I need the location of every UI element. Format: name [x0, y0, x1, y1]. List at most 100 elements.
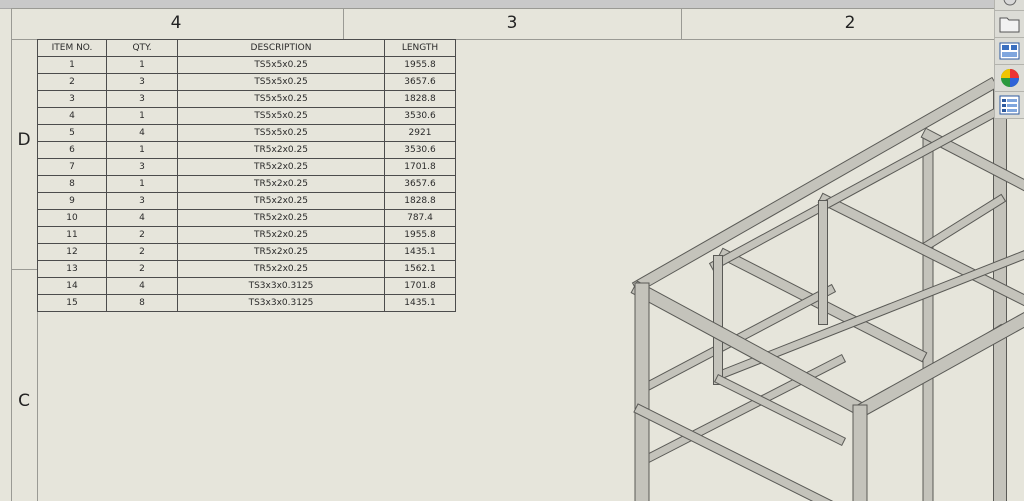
description-cell[interactable]: TS5x5x0.25 [177, 124, 385, 142]
description-cell[interactable]: TR5x2x0.25 [177, 260, 385, 278]
table-row[interactable]: 6 1 TR5x2x0.25 3530.6 [37, 141, 456, 159]
sheet-border-left [11, 9, 12, 501]
length-cell[interactable]: 787.4 [384, 209, 456, 227]
qty-cell[interactable]: 1 [106, 107, 178, 125]
qty-cell[interactable]: 2 [106, 226, 178, 244]
table-row[interactable]: 15 8 TS3x3x0.3125 1435.1 [37, 294, 456, 312]
description-cell[interactable]: TS5x5x0.25 [177, 56, 385, 74]
qty-cell[interactable]: 2 [106, 243, 178, 261]
zone-label-d: D [17, 130, 31, 150]
item-no-cell[interactable]: 3 [37, 90, 107, 108]
length-cell[interactable]: 1828.8 [384, 90, 456, 108]
length-cell[interactable]: 3530.6 [384, 107, 456, 125]
length-cell[interactable]: 3657.6 [384, 73, 456, 91]
description-cell[interactable]: TS5x5x0.25 [177, 90, 385, 108]
column-header-item-no[interactable]: ITEM NO. [37, 39, 107, 57]
qty-cell[interactable]: 2 [106, 260, 178, 278]
length-cell[interactable]: 2921 [384, 124, 456, 142]
task-pane-toolbar [994, 0, 1024, 130]
length-cell[interactable]: 1701.8 [384, 158, 456, 176]
steel-frame-members [630, 76, 1024, 501]
frame-member [923, 195, 1005, 250]
description-cell[interactable]: TR5x2x0.25 [177, 158, 385, 176]
view-palette-icon[interactable] [994, 37, 1024, 65]
column-header-description[interactable]: DESCRIPTION [177, 39, 385, 57]
description-cell[interactable]: TS3x3x0.3125 [177, 277, 385, 295]
item-no-cell[interactable]: 11 [37, 226, 107, 244]
item-no-cell[interactable]: 5 [37, 124, 107, 142]
qty-cell[interactable]: 4 [106, 209, 178, 227]
qty-cell[interactable]: 1 [106, 141, 178, 159]
qty-cell[interactable]: 4 [106, 124, 178, 142]
zone-divider [11, 269, 37, 270]
bill-of-materials-table[interactable]: ITEM NO. QTY. DESCRIPTION LENGTH 1 1 TS5x5… [37, 39, 456, 312]
description-cell[interactable]: TS5x5x0.25 [177, 107, 385, 125]
frame-assembly-drawing-view[interactable] [600, 40, 1024, 501]
appearances-icon[interactable] [994, 64, 1024, 92]
table-row[interactable]: 10 4 TR5x2x0.25 787.4 [37, 209, 456, 227]
item-no-cell[interactable]: 10 [37, 209, 107, 227]
description-cell[interactable]: TR5x2x0.25 [177, 243, 385, 261]
description-cell[interactable]: TR5x2x0.25 [177, 141, 385, 159]
description-cell[interactable]: TS3x3x0.3125 [177, 294, 385, 312]
zone-label-c: C [18, 391, 30, 411]
qty-cell[interactable]: 3 [106, 192, 178, 210]
zone-label-2: 2 [844, 13, 856, 33]
length-cell[interactable]: 1955.8 [384, 226, 456, 244]
frame-member [634, 404, 831, 501]
item-no-cell[interactable]: 6 [37, 141, 107, 159]
length-cell[interactable]: 1701.8 [384, 277, 456, 295]
item-no-cell[interactable]: 14 [37, 277, 107, 295]
item-no-cell[interactable]: 7 [37, 158, 107, 176]
custom-properties-icon[interactable] [994, 91, 1024, 119]
file-explorer-icon[interactable] [994, 10, 1024, 38]
zone-divider [343, 9, 344, 39]
description-cell[interactable]: TR5x2x0.25 [177, 226, 385, 244]
table-row[interactable]: 12 2 TR5x2x0.25 1435.1 [37, 243, 456, 261]
length-cell[interactable]: 3530.6 [384, 141, 456, 159]
item-no-cell[interactable]: 13 [37, 260, 107, 278]
qty-cell[interactable]: 4 [106, 277, 178, 295]
item-no-cell[interactable]: 9 [37, 192, 107, 210]
zone-label-4: 4 [170, 13, 182, 33]
length-cell[interactable]: 1562.1 [384, 260, 456, 278]
table-row[interactable]: 13 2 TR5x2x0.25 1562.1 [37, 260, 456, 278]
table-row[interactable]: 7 3 TR5x2x0.25 1701.8 [37, 158, 456, 176]
description-cell[interactable]: TR5x2x0.25 [177, 175, 385, 193]
table-row[interactable]: 4 1 TS5x5x0.25 3530.6 [37, 107, 456, 125]
qty-cell[interactable]: 1 [106, 175, 178, 193]
table-row[interactable]: 9 3 TR5x2x0.25 1828.8 [37, 192, 456, 210]
table-row[interactable]: 8 1 TR5x2x0.25 3657.6 [37, 175, 456, 193]
table-row[interactable]: 14 4 TS3x3x0.3125 1701.8 [37, 277, 456, 295]
description-cell[interactable]: TR5x2x0.25 [177, 209, 385, 227]
length-cell[interactable]: 1955.8 [384, 56, 456, 74]
zone-divider [681, 9, 682, 39]
qty-cell[interactable]: 1 [106, 56, 178, 74]
item-no-cell[interactable]: 8 [37, 175, 107, 193]
table-row[interactable]: 11 2 TR5x2x0.25 1955.8 [37, 226, 456, 244]
item-no-cell[interactable]: 1 [37, 56, 107, 74]
qty-cell[interactable]: 3 [106, 158, 178, 176]
length-cell[interactable]: 3657.6 [384, 175, 456, 193]
table-row[interactable]: 5 4 TS5x5x0.25 2921 [37, 124, 456, 142]
table-row[interactable]: 3 3 TS5x5x0.25 1828.8 [37, 90, 456, 108]
description-cell[interactable]: TS5x5x0.25 [177, 73, 385, 91]
frame-member [710, 105, 1005, 270]
column-header-length[interactable]: LENGTH [384, 39, 456, 57]
table-row[interactable]: 2 3 TS5x5x0.25 3657.6 [37, 73, 456, 91]
description-cell[interactable]: TR5x2x0.25 [177, 192, 385, 210]
qty-cell[interactable]: 8 [106, 294, 178, 312]
item-no-cell[interactable]: 4 [37, 107, 107, 125]
zone-label-3: 3 [506, 13, 518, 33]
item-no-cell[interactable]: 2 [37, 73, 107, 91]
column-header-qty[interactable]: QTY. [106, 39, 178, 57]
item-no-cell[interactable]: 15 [37, 294, 107, 312]
table-row[interactable]: 1 1 TS5x5x0.25 1955.8 [37, 56, 456, 74]
item-no-cell[interactable]: 12 [37, 243, 107, 261]
length-cell[interactable]: 1435.1 [384, 243, 456, 261]
length-cell[interactable]: 1435.1 [384, 294, 456, 312]
qty-cell[interactable]: 3 [106, 90, 178, 108]
table-header-row: ITEM NO. QTY. DESCRIPTION LENGTH [37, 39, 456, 57]
length-cell[interactable]: 1828.8 [384, 192, 456, 210]
qty-cell[interactable]: 3 [106, 73, 178, 91]
